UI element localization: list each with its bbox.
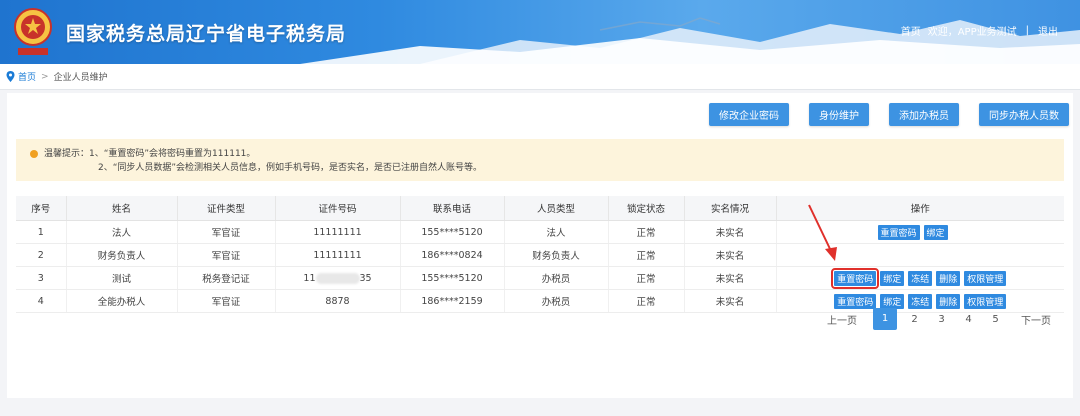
identity-button[interactable]: 身份维护 <box>809 103 869 126</box>
delete-button[interactable]: 删除 <box>936 270 961 286</box>
cell-id-no: 11 35 <box>275 266 401 290</box>
cell-no: 3 <box>16 266 67 290</box>
breadcrumb: 首页 > 企业人员维护 <box>0 64 1080 90</box>
cell-lock: 正常 <box>608 266 685 290</box>
reset-password-button[interactable]: 重置密码 <box>834 293 877 309</box>
col-header: 锁定状态 <box>608 196 685 221</box>
cell-role: 财务负责人 <box>504 243 609 267</box>
cell-role: 法人 <box>504 220 609 244</box>
nav-separator: | <box>1025 25 1029 36</box>
top-nav: 首页 欢迎， APP业务测试 | 退出 <box>901 23 1058 38</box>
table-row: 1 法人 军官证 11111111 155****5120 法人 正常 未实名 … <box>16 220 1064 244</box>
cell-name: 全能办税人 <box>66 289 178 313</box>
table-header-row: 序号 姓名 证件类型 证件号码 联系电话 人员类型 锁定状态 实名情况 操作 <box>16 196 1064 221</box>
cell-ops: 重置密码 绑定 冻结 删除 权限管理 <box>776 266 1064 290</box>
pager-page[interactable]: 3 <box>928 314 955 325</box>
bind-button[interactable]: 绑定 <box>880 270 905 286</box>
info-dot-icon <box>30 150 38 158</box>
breadcrumb-current: 企业人员维护 <box>53 73 108 83</box>
add-staff-button[interactable]: 添加办税员 <box>889 103 959 126</box>
cell-name: 法人 <box>66 220 178 244</box>
reset-password-button-highlighted[interactable]: 重置密码 <box>831 267 880 289</box>
tax-emblem-icon <box>14 8 52 55</box>
permission-button[interactable]: 权限管理 <box>964 270 1007 286</box>
cell-name: 财务负责人 <box>66 243 178 267</box>
main-panel: 修改企业密码 身份维护 添加办税员 同步办税人员数 温馨提示：1、“重置密码”会… <box>7 93 1073 398</box>
cell-realname: 未实名 <box>684 266 777 290</box>
action-bar: 修改企业密码 身份维护 添加办税员 同步办税人员数 <box>709 103 1069 126</box>
site-header: 国家税务总局辽宁省电子税务局 首页 欢迎， APP业务测试 | 退出 <box>0 0 1080 64</box>
bind-button[interactable]: 绑定 <box>880 293 905 309</box>
id-no-prefix: 11 <box>303 272 316 284</box>
cell-lock: 正常 <box>608 289 685 313</box>
reset-password-button[interactable]: 重置密码 <box>877 224 920 240</box>
pager-next[interactable]: 下一页 <box>1009 312 1063 327</box>
pager-page[interactable]: 4 <box>955 314 982 325</box>
cell-role: 办税员 <box>504 266 609 290</box>
tips-line-2: 2、“同步人员数据”会检测相关人员信息，例如手机号码，是否实名，是否已注册自然人… <box>98 163 483 173</box>
breadcrumb-home[interactable]: 首页 <box>18 70 36 83</box>
col-header: 联系电话 <box>400 196 505 221</box>
change-password-button[interactable]: 修改企业密码 <box>709 103 789 126</box>
redacted-blur <box>315 272 360 284</box>
cell-no: 1 <box>16 220 67 244</box>
cell-no: 2 <box>16 243 67 267</box>
tips-box: 温馨提示：1、“重置密码”会将密码重置为111111。 2、“同步人员数据”会检… <box>16 139 1064 181</box>
cell-id-type: 税务登记证 <box>177 266 276 290</box>
freeze-button[interactable]: 冻结 <box>908 293 933 309</box>
breadcrumb-separator: > <box>41 71 49 82</box>
cell-lock: 正常 <box>608 243 685 267</box>
nav-home-link[interactable]: 首页 <box>901 23 921 38</box>
table-row: 3 测试 税务登记证 11 35 155****5120 办税员 正常 未实名 重… <box>16 266 1064 290</box>
col-header: 实名情况 <box>684 196 777 221</box>
table-row: 2 财务负责人 军官证 11111111 186****0824 财务负责人 正… <box>16 243 1064 267</box>
col-header: 人员类型 <box>504 196 609 221</box>
cell-phone: 155****5120 <box>400 220 505 244</box>
location-pin-icon <box>6 71 15 82</box>
bind-button[interactable]: 绑定 <box>923 224 948 240</box>
cell-realname: 未实名 <box>684 220 777 244</box>
cell-id-no: 11111111 <box>275 243 401 267</box>
staff-table: 序号 姓名 证件类型 证件号码 联系电话 人员类型 锁定状态 实名情况 操作 1… <box>16 196 1064 313</box>
cell-id-type: 军官证 <box>177 289 276 313</box>
nav-user: APP业务测试 <box>957 27 1017 38</box>
col-header: 姓名 <box>66 196 178 221</box>
freeze-button[interactable]: 冻结 <box>908 270 933 286</box>
pager-page[interactable]: 2 <box>901 314 928 325</box>
cell-id-type: 军官证 <box>177 220 276 244</box>
cell-id-no: 11111111 <box>275 220 401 244</box>
cell-realname: 未实名 <box>684 243 777 267</box>
cell-realname: 未实名 <box>684 289 777 313</box>
cell-no: 4 <box>16 289 67 313</box>
sync-staff-button[interactable]: 同步办税人员数 <box>979 103 1069 126</box>
cell-phone: 186****0824 <box>400 243 505 267</box>
cell-name: 测试 <box>66 266 178 290</box>
col-header: 证件号码 <box>275 196 401 221</box>
cell-phone: 155****5120 <box>400 266 505 290</box>
col-header: 证件类型 <box>177 196 276 221</box>
nav-logout-link[interactable]: 退出 <box>1038 23 1058 38</box>
nav-welcome: 欢迎， <box>927 27 958 38</box>
permission-button[interactable]: 权限管理 <box>964 293 1007 309</box>
site-title: 国家税务总局辽宁省电子税务局 <box>66 23 347 45</box>
delete-button[interactable]: 删除 <box>936 293 961 309</box>
pagination: 上一页 1 2 3 4 5 下一页 <box>815 308 1063 330</box>
tips-line-1: 温馨提示：1、“重置密码”会将密码重置为111111。 <box>44 149 256 159</box>
cell-role: 办税员 <box>504 289 609 313</box>
pager-prev[interactable]: 上一页 <box>815 312 869 327</box>
pager-page-current[interactable]: 1 <box>873 308 897 330</box>
cell-lock: 正常 <box>608 220 685 244</box>
cell-id-no: 8878 <box>275 289 401 313</box>
col-header: 序号 <box>16 196 67 221</box>
cell-id-type: 军官证 <box>177 243 276 267</box>
id-no-suffix: 35 <box>359 272 372 284</box>
annotation-arrow-icon <box>808 204 837 261</box>
cell-phone: 186****2159 <box>400 289 505 313</box>
pager-page[interactable]: 5 <box>982 314 1009 325</box>
